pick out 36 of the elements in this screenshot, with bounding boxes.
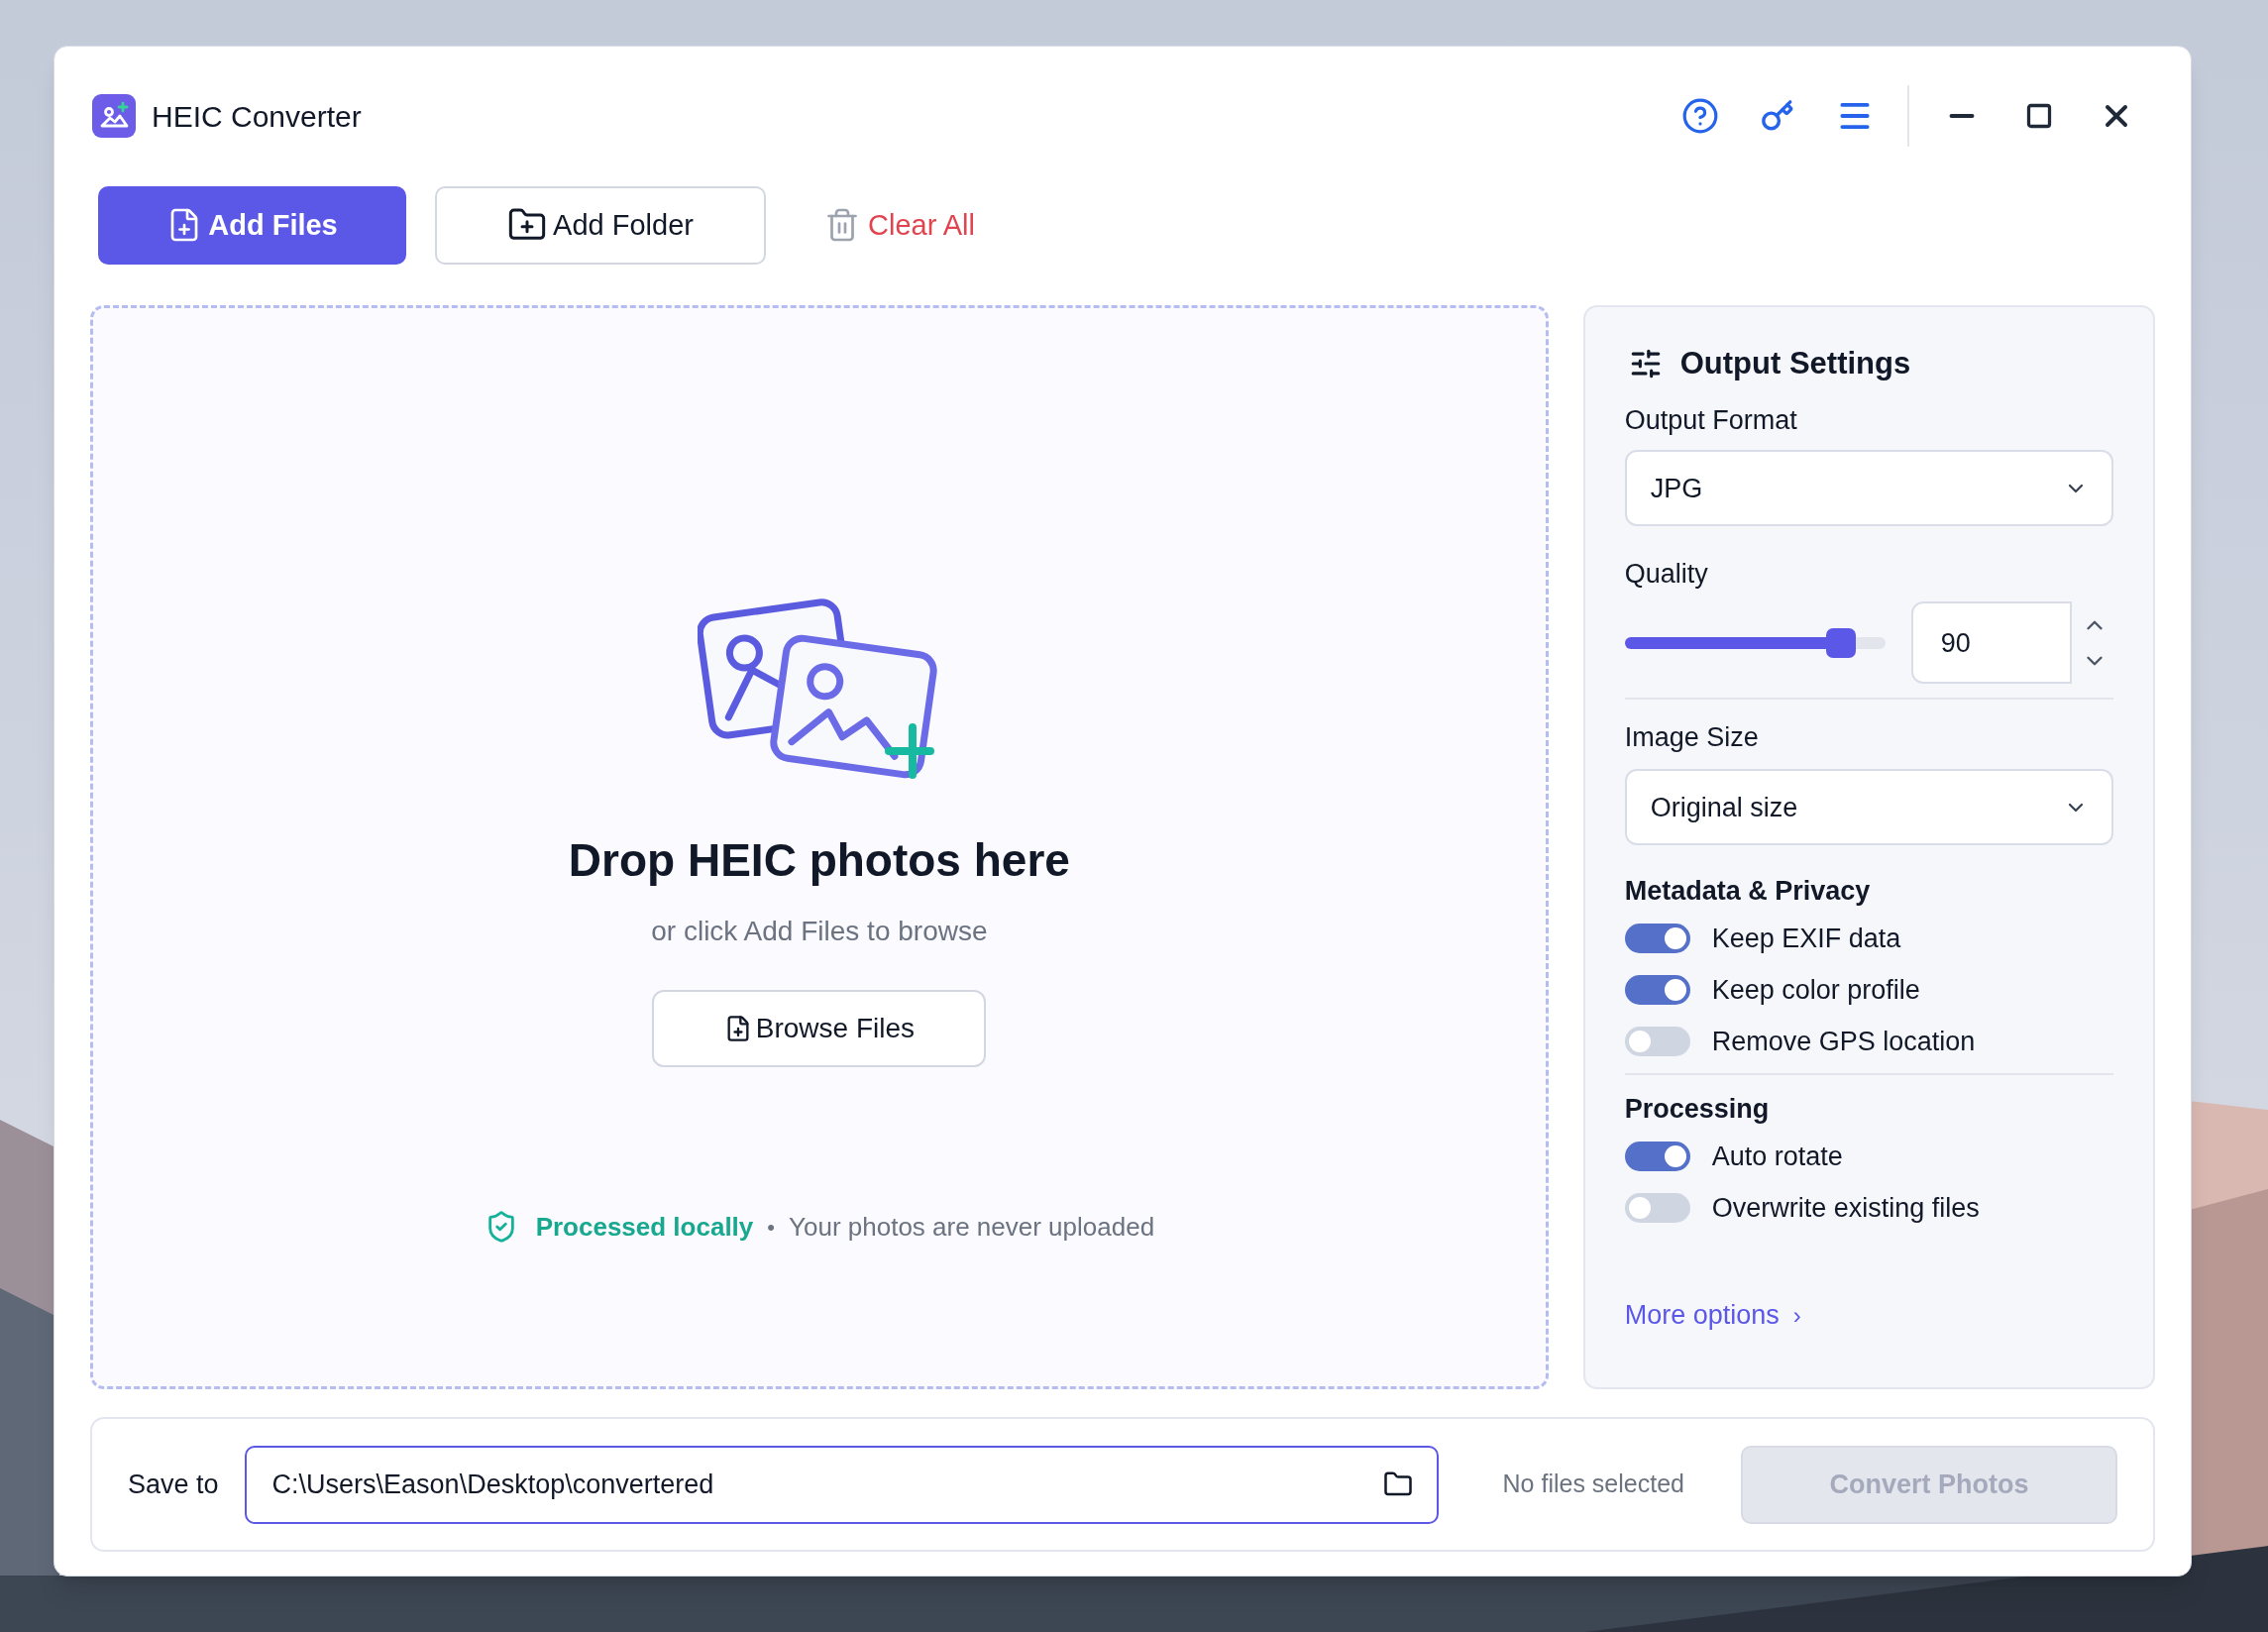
status-text: No files selected: [1502, 1469, 1684, 1500]
app-title: HEIC Converter: [152, 98, 362, 135]
section-title: Metadata & Privacy: [1624, 875, 1872, 909]
toggle-switch[interactable]: [1624, 1027, 1690, 1057]
path-field[interactable]: C:\Users\Eason\Desktop\convertered: [244, 1445, 1439, 1524]
size-select[interactable]: Original size: [1624, 769, 2113, 846]
browse-files-button[interactable]: Browse Files: [652, 989, 987, 1067]
toggle-label: Overwrite existing files: [1711, 1192, 1980, 1226]
section-title: Processing: [1624, 1093, 1771, 1127]
drop-zone[interactable]: Drop HEIC photos here or click Add Files to browse Browse Files Processed locally • Your photos are never uploaded: [90, 304, 1549, 1390]
clear-all-button[interactable]: Clear All: [824, 185, 975, 265]
toggle-label: Auto rotate: [1711, 1141, 1843, 1174]
toggle-switch[interactable]: [1624, 975, 1690, 1006]
quality-input[interactable]: 90: [1910, 601, 2072, 685]
field-label: Output Format: [1624, 404, 1798, 438]
app-logo-icon: [92, 94, 136, 139]
toggle-switch[interactable]: [1624, 1142, 1690, 1172]
quality-slider[interactable]: [1624, 627, 1886, 658]
drop-subtext: or click Add Files to browse: [651, 914, 988, 948]
field-label: Image Size: [1624, 721, 1760, 755]
format-select[interactable]: JPG: [1624, 450, 2113, 527]
save-to-label: Save to: [128, 1468, 219, 1501]
toggle-switch[interactable]: [1624, 1193, 1690, 1224]
more-options-link[interactable]: More options ›: [1624, 1295, 2113, 1336]
add-folder-button[interactable]: Add Folder: [435, 185, 766, 265]
toggle-label: Remove GPS location: [1711, 1026, 1976, 1059]
drop-heading: Drop HEIC photos here: [568, 832, 1070, 888]
toggle-label: Keep EXIF data: [1711, 923, 1901, 956]
toggle-switch[interactable]: [1624, 924, 1690, 954]
privacy-note: Your photos are never uploaded: [789, 1210, 1155, 1244]
add-files-button[interactable]: Add Files: [98, 185, 406, 265]
field-label: Quality: [1624, 558, 1709, 592]
processed-locally-text: Processed locally: [535, 1210, 754, 1244]
settings-title: Output Settings: [1679, 344, 1911, 382]
separator-dot: •: [767, 1213, 775, 1242]
toggle-label: Keep color profile: [1711, 974, 1920, 1008]
